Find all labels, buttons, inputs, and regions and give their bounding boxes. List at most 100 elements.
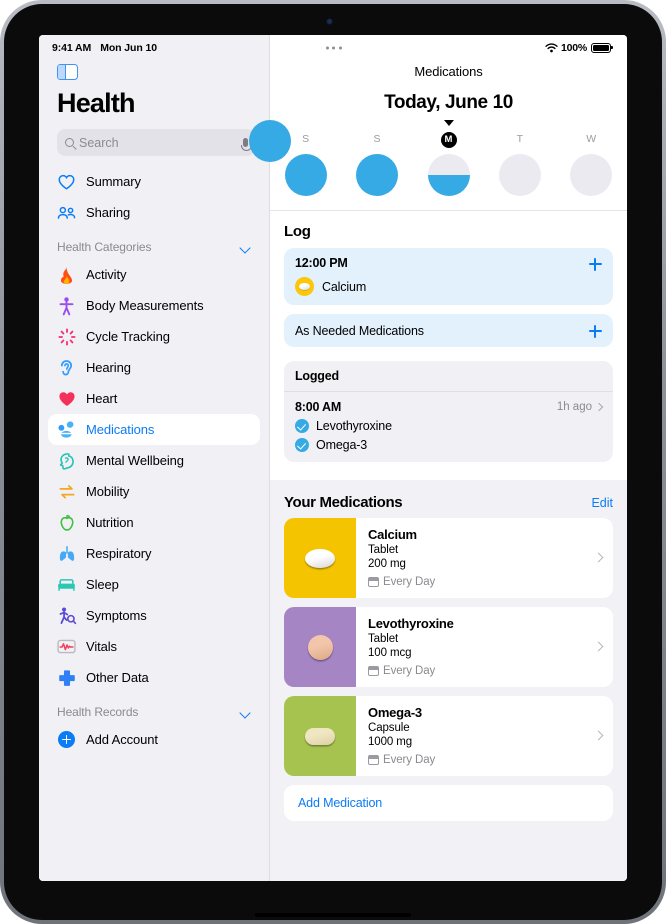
section-label: Health Categories xyxy=(57,240,152,254)
search-placeholder: Search xyxy=(79,135,119,150)
your-medications-section: Your Medications Edit Calcium Tablet 200… xyxy=(270,480,627,821)
sidebar-item-activity[interactable]: Activity xyxy=(48,259,260,290)
medication-dose: 1000 mg xyxy=(368,736,413,748)
sidebar-item-vitals[interactable]: Vitals xyxy=(48,631,260,662)
medication-frequency-group: Every Day xyxy=(368,576,603,588)
sidebar-item-add-account[interactable]: Add Account xyxy=(48,724,260,755)
search-input[interactable]: Search xyxy=(57,129,255,156)
sidebar-item-label: Respiratory xyxy=(86,546,152,561)
scheduled-dose-card[interactable]: 12:00 PM Calcium xyxy=(284,248,613,305)
day-progress-ring-today[interactable] xyxy=(427,154,470,196)
day-label: S xyxy=(302,133,310,145)
medication-row[interactable]: Levothyroxine Tablet 100 mcg Every Day xyxy=(284,607,613,687)
content-scroll[interactable]: Log 12:00 PM Calcium As Needed Medicatio… xyxy=(270,211,627,881)
your-medications-title: Your Medications xyxy=(284,494,403,511)
log-section-title: Log xyxy=(284,223,311,240)
battery-percentage: 100% xyxy=(560,41,587,54)
medication-form: Tablet xyxy=(368,544,399,556)
day-progress-ring[interactable] xyxy=(498,154,541,196)
day-label: W xyxy=(586,133,597,145)
sidebar-item-label: Summary xyxy=(86,174,141,189)
status-time: 9:41 AM xyxy=(52,41,92,54)
sidebar-item-mental-wellbeing[interactable]: Mental Wellbeing xyxy=(48,445,260,476)
day-cell[interactable] xyxy=(484,154,555,196)
sidebar-nav: Summary Sharing Health Categories Activi… xyxy=(39,166,269,881)
checkmark-circle-icon xyxy=(295,438,309,452)
medication-row[interactable]: Calcium Tablet 200 mg Every Day xyxy=(284,518,613,598)
wifi-icon xyxy=(545,43,558,53)
battery-icon xyxy=(591,42,613,53)
sidebar-item-symptoms[interactable]: Symptoms xyxy=(48,600,260,631)
status-date: Mon Jun 10 xyxy=(100,41,157,54)
chevron-down-icon[interactable] xyxy=(240,707,251,718)
ear-icon xyxy=(57,358,76,377)
medication-form: Capsule xyxy=(368,722,410,734)
day-label-col-today[interactable]: M xyxy=(413,129,484,148)
sidebar-item-nutrition[interactable]: Nutrition xyxy=(48,507,260,538)
medication-row[interactable]: Omega-3 Capsule 1000 mg Every Day xyxy=(284,696,613,776)
sidebar-item-label: Symptoms xyxy=(86,608,147,623)
sidebar-item-sharing[interactable]: Sharing xyxy=(48,197,260,228)
date-title[interactable]: Today, June 10 xyxy=(270,92,627,114)
medication-frequency: Every Day xyxy=(383,754,436,766)
sidebar-item-label: Hearing xyxy=(86,360,131,375)
chevron-right-icon xyxy=(594,402,604,412)
calendar-icon xyxy=(368,755,379,765)
day-progress-ring-partial[interactable] xyxy=(249,120,291,162)
day-cell-today[interactable] xyxy=(413,154,484,196)
sidebar-item-summary[interactable]: Summary xyxy=(48,166,260,197)
sidebar-item-body-measurements[interactable]: Body Measurements xyxy=(48,290,260,321)
caret-down-icon[interactable] xyxy=(443,120,454,126)
log-section: Log 12:00 PM Calcium As Needed Medicatio… xyxy=(270,211,627,480)
sidebar-item-respiratory[interactable]: Respiratory xyxy=(48,538,260,569)
edit-button[interactable]: Edit xyxy=(591,496,613,510)
sidebar-toggle-icon[interactable] xyxy=(57,64,78,80)
health-records-header[interactable]: Health Records xyxy=(48,693,260,724)
sidebar-item-label: Sleep xyxy=(86,577,119,592)
medication-frequency: Every Day xyxy=(383,576,436,588)
sidebar-item-label: Body Measurements xyxy=(86,298,204,313)
bed-icon xyxy=(57,575,76,594)
more-options-icon[interactable] xyxy=(325,46,342,49)
navigation-bar: Medications Today, June 10 xyxy=(270,60,627,120)
day-label-col[interactable]: W xyxy=(556,129,627,148)
add-medication-button[interactable]: Add Medication xyxy=(284,785,613,821)
week-strip: S S M T W xyxy=(249,120,627,211)
status-bar-left: 9:41 AM Mon Jun 10 xyxy=(39,35,269,56)
add-dose-button[interactable] xyxy=(588,257,602,271)
sidebar-item-hearing[interactable]: Hearing xyxy=(48,352,260,383)
arrows-icon xyxy=(57,482,76,501)
day-cell[interactable] xyxy=(556,154,627,196)
logged-body[interactable]: 8:00 AM 1h ago Levothyroxine Omega-3 xyxy=(284,392,613,462)
body-icon xyxy=(57,296,76,315)
nav-title: Medications xyxy=(414,64,483,79)
sidebar-item-label: Mental Wellbeing xyxy=(86,453,184,468)
health-categories-header[interactable]: Health Categories xyxy=(48,228,260,259)
day-progress-ring[interactable] xyxy=(356,154,399,196)
home-indicator[interactable] xyxy=(255,913,411,917)
logged-item: Levothyroxine xyxy=(295,419,602,433)
microphone-icon[interactable] xyxy=(240,138,253,151)
day-progress-ring[interactable] xyxy=(570,154,613,196)
day-label-col[interactable]: S xyxy=(341,129,412,148)
sidebar-item-cycle-tracking[interactable]: Cycle Tracking xyxy=(48,321,260,352)
sidebar-item-label: Nutrition xyxy=(86,515,134,530)
as-needed-medications-row[interactable]: As Needed Medications xyxy=(284,314,613,347)
sidebar-item-other-data[interactable]: Other Data xyxy=(48,662,260,693)
sidebar-item-sleep[interactable]: Sleep xyxy=(48,569,260,600)
section-label: Health Records xyxy=(57,705,139,719)
day-progress-ring[interactable] xyxy=(284,154,327,196)
sidebar-item-medications[interactable]: Medications xyxy=(48,414,260,445)
add-as-needed-button[interactable] xyxy=(588,324,602,338)
sidebar-item-mobility[interactable]: Mobility xyxy=(48,476,260,507)
tablet-pill-icon xyxy=(295,277,314,296)
sidebar-toggle-row xyxy=(39,56,269,82)
chevron-down-icon[interactable] xyxy=(240,242,251,253)
round-tablet-icon xyxy=(307,634,333,660)
sidebar-item-heart[interactable]: Heart xyxy=(48,383,260,414)
day-label-col[interactable]: T xyxy=(484,129,555,148)
logged-ago-group[interactable]: 1h ago xyxy=(557,401,604,413)
sidebar-item-label: Vitals xyxy=(86,639,117,654)
day-cell[interactable] xyxy=(341,154,412,196)
day-cell[interactable] xyxy=(270,154,341,196)
